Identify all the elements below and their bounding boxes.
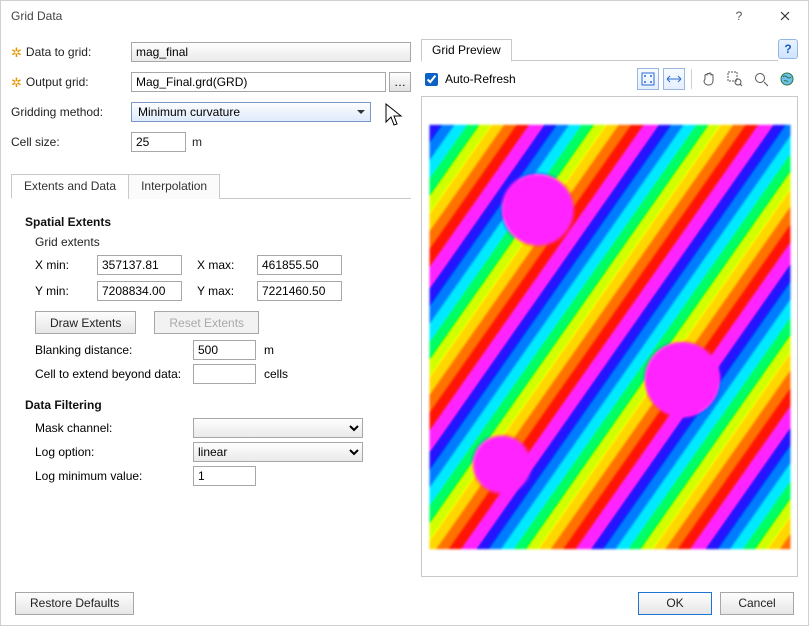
globe-button[interactable] xyxy=(776,68,798,90)
zoom-box-button[interactable] xyxy=(724,68,746,90)
grid-extents-label: Grid extents xyxy=(35,235,407,249)
blanking-distance-label: Blanking distance: xyxy=(35,343,185,357)
xmax-label: X max: xyxy=(197,258,247,272)
gridding-method-select[interactable]: Minimum curvature xyxy=(131,102,371,122)
mask-channel-select[interactable] xyxy=(193,418,363,438)
ymin-label: Y min: xyxy=(35,284,87,298)
help-icon: ? xyxy=(784,42,791,56)
log-option-label: Log option: xyxy=(35,445,185,459)
reset-extents-button[interactable]: Reset Extents xyxy=(154,311,259,334)
data-filtering-heading: Data Filtering xyxy=(25,398,407,412)
pan-button[interactable] xyxy=(698,68,720,90)
log-min-label: Log minimum value: xyxy=(35,469,185,483)
xmax-input[interactable] xyxy=(257,255,342,275)
hand-icon xyxy=(701,71,717,87)
help-titlebar-button[interactable]: ? xyxy=(716,1,762,31)
window-title: Grid Data xyxy=(11,9,716,23)
cell-size-unit: m xyxy=(192,135,202,149)
titlebar: Grid Data ? xyxy=(1,1,808,31)
globe-icon xyxy=(779,71,795,87)
zoom-extents-button[interactable] xyxy=(637,68,659,90)
cells-beyond-input[interactable] xyxy=(193,364,256,384)
data-to-grid-select[interactable]: mag_final xyxy=(131,42,411,62)
blanking-distance-unit: m xyxy=(264,343,274,357)
tab-interpolation[interactable]: Interpolation xyxy=(128,174,220,199)
ymax-input[interactable] xyxy=(257,281,342,301)
output-grid-label: ✲Output grid: xyxy=(11,75,131,89)
xmin-input[interactable] xyxy=(97,255,182,275)
zoom-box-icon xyxy=(727,71,743,87)
draw-extents-button[interactable]: Draw Extents xyxy=(35,311,136,334)
xmin-label: X min: xyxy=(35,258,87,272)
preview-image xyxy=(429,124,790,548)
fit-width-button[interactable] xyxy=(663,68,685,90)
restore-defaults-button[interactable]: Restore Defaults xyxy=(15,592,134,615)
grid-data-dialog: Grid Data ? ✲Data to grid: mag_final ✲Ou… xyxy=(0,0,809,626)
extents-icon xyxy=(641,72,655,86)
mask-channel-label: Mask channel: xyxy=(35,421,185,435)
auto-refresh-checkbox[interactable]: Auto-Refresh xyxy=(421,70,516,89)
cursor-icon xyxy=(385,103,405,129)
help-button[interactable]: ? xyxy=(778,39,798,59)
magnifier-icon xyxy=(753,71,769,87)
fit-width-icon xyxy=(666,73,682,85)
dialog-footer: Restore Defaults OK Cancel xyxy=(1,581,808,625)
grid-preview-canvas[interactable] xyxy=(421,96,798,577)
output-grid-input[interactable] xyxy=(131,72,386,92)
ymin-input[interactable] xyxy=(97,281,182,301)
cell-size-label: Cell size: xyxy=(11,135,131,149)
log-min-input[interactable] xyxy=(193,466,256,486)
ellipsis-icon: … xyxy=(394,75,406,89)
tabstrip: Extents and Data Interpolation xyxy=(11,173,411,199)
blanking-distance-input[interactable] xyxy=(193,340,256,360)
gridding-method-label: Gridding method: xyxy=(11,105,131,119)
cells-beyond-unit: cells xyxy=(264,367,288,381)
output-grid-browse-button[interactable]: … xyxy=(389,72,411,92)
cancel-button[interactable]: Cancel xyxy=(720,592,794,615)
cells-beyond-label: Cell to extend beyond data: xyxy=(35,367,185,381)
zoom-button[interactable] xyxy=(750,68,772,90)
log-option-select[interactable]: linear xyxy=(193,442,363,462)
cell-size-input[interactable] xyxy=(131,132,186,152)
ymax-label: Y max: xyxy=(197,284,247,298)
close-button[interactable] xyxy=(762,1,808,31)
ok-button[interactable]: OK xyxy=(638,592,712,615)
data-to-grid-label: ✲Data to grid: xyxy=(11,45,131,59)
tab-extents-and-data[interactable]: Extents and Data xyxy=(11,174,129,199)
spatial-extents-heading: Spatial Extents xyxy=(25,215,407,229)
tab-grid-preview[interactable]: Grid Preview xyxy=(421,39,512,62)
